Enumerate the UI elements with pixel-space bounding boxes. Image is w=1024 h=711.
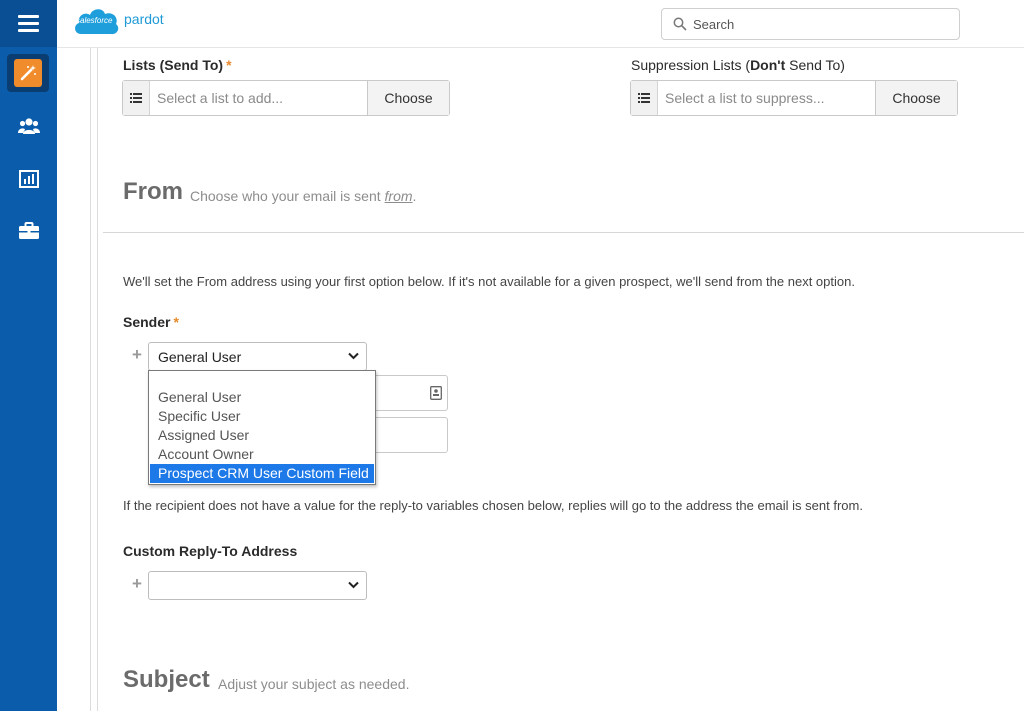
sender-select-value: General User bbox=[158, 349, 242, 365]
sender-options-dropdown: General User Specific User Assigned User… bbox=[148, 370, 376, 485]
send-list-picker[interactable]: Select a list to add... Choose bbox=[122, 80, 450, 116]
search-placeholder: Search bbox=[693, 17, 735, 32]
sender-option-general-user[interactable]: General User bbox=[150, 388, 374, 407]
from-section-subtitle: Choose who your email is sent from. bbox=[190, 188, 417, 204]
suppression-list-picker[interactable]: Select a list to suppress... Choose bbox=[630, 80, 958, 116]
briefcase-icon bbox=[18, 221, 39, 239]
sender-option-specific-user[interactable]: Specific User bbox=[150, 407, 374, 426]
users-icon bbox=[17, 118, 40, 134]
choose-send-list-button[interactable]: Choose bbox=[367, 81, 449, 115]
list-icon bbox=[631, 81, 658, 115]
chevron-down-icon bbox=[348, 581, 359, 589]
contact-card-icon[interactable] bbox=[430, 386, 442, 400]
nav-item-prospects[interactable] bbox=[0, 104, 57, 148]
menu-button[interactable] bbox=[0, 0, 57, 47]
left-nav-rail bbox=[0, 0, 57, 711]
product-name: pardot bbox=[124, 11, 164, 27]
from-link: from bbox=[384, 188, 413, 204]
add-sender-plus-icon[interactable]: + bbox=[132, 345, 142, 365]
add-reply-to-plus-icon[interactable]: + bbox=[132, 574, 142, 594]
chevron-down-icon bbox=[348, 352, 359, 360]
magic-wand-icon bbox=[14, 59, 42, 87]
reply-help-text: If the recipient does not have a value f… bbox=[123, 498, 863, 513]
salesforce-logo[interactable]: salesforce bbox=[72, 4, 120, 38]
choose-suppression-list-button[interactable]: Choose bbox=[875, 81, 957, 115]
from-section-title: From bbox=[123, 178, 183, 205]
required-mark: * bbox=[173, 314, 179, 330]
nav-item-admin[interactable] bbox=[0, 208, 57, 252]
from-help-text: We'll set the From address using your fi… bbox=[123, 274, 855, 289]
nav-item-reports[interactable] bbox=[0, 157, 57, 201]
sender-option-prospect-crm-user-custom-field[interactable]: Prospect CRM User Custom Field bbox=[150, 464, 374, 483]
search-icon bbox=[673, 17, 687, 31]
menu-icon-bar bbox=[18, 22, 39, 25]
lists-send-label: Lists (Send To) * bbox=[123, 57, 232, 73]
list-icon bbox=[123, 81, 150, 115]
required-mark: * bbox=[226, 57, 232, 73]
subject-section-subtitle: Adjust your subject as needed. bbox=[218, 676, 410, 692]
subject-section-title: Subject bbox=[123, 666, 210, 693]
custom-reply-to-label: Custom Reply-To Address bbox=[123, 543, 298, 559]
section-divider bbox=[103, 232, 1024, 233]
suppression-lists-label: Suppression Lists (Don't Send To) bbox=[631, 57, 845, 73]
sender-label: Sender * bbox=[123, 314, 179, 330]
bar-chart-icon bbox=[18, 170, 39, 188]
suppression-list-input[interactable]: Select a list to suppress... bbox=[658, 81, 875, 115]
reply-to-select[interactable] bbox=[148, 571, 367, 600]
top-header: salesforce pardot Search bbox=[57, 0, 1024, 48]
sender-option-account-owner[interactable]: Account Owner bbox=[150, 445, 374, 464]
search-input[interactable]: Search bbox=[661, 8, 960, 40]
menu-icon bbox=[18, 15, 39, 18]
send-list-input[interactable]: Select a list to add... bbox=[150, 81, 367, 115]
menu-icon-bar bbox=[18, 29, 39, 32]
sender-select[interactable]: General User bbox=[148, 342, 367, 371]
logo-word: salesforce bbox=[76, 16, 113, 25]
nav-item-engagement[interactable] bbox=[7, 54, 49, 92]
content-border-inner bbox=[97, 48, 98, 711]
content-border-left bbox=[90, 48, 91, 711]
sender-option-assigned-user[interactable]: Assigned User bbox=[150, 426, 374, 445]
